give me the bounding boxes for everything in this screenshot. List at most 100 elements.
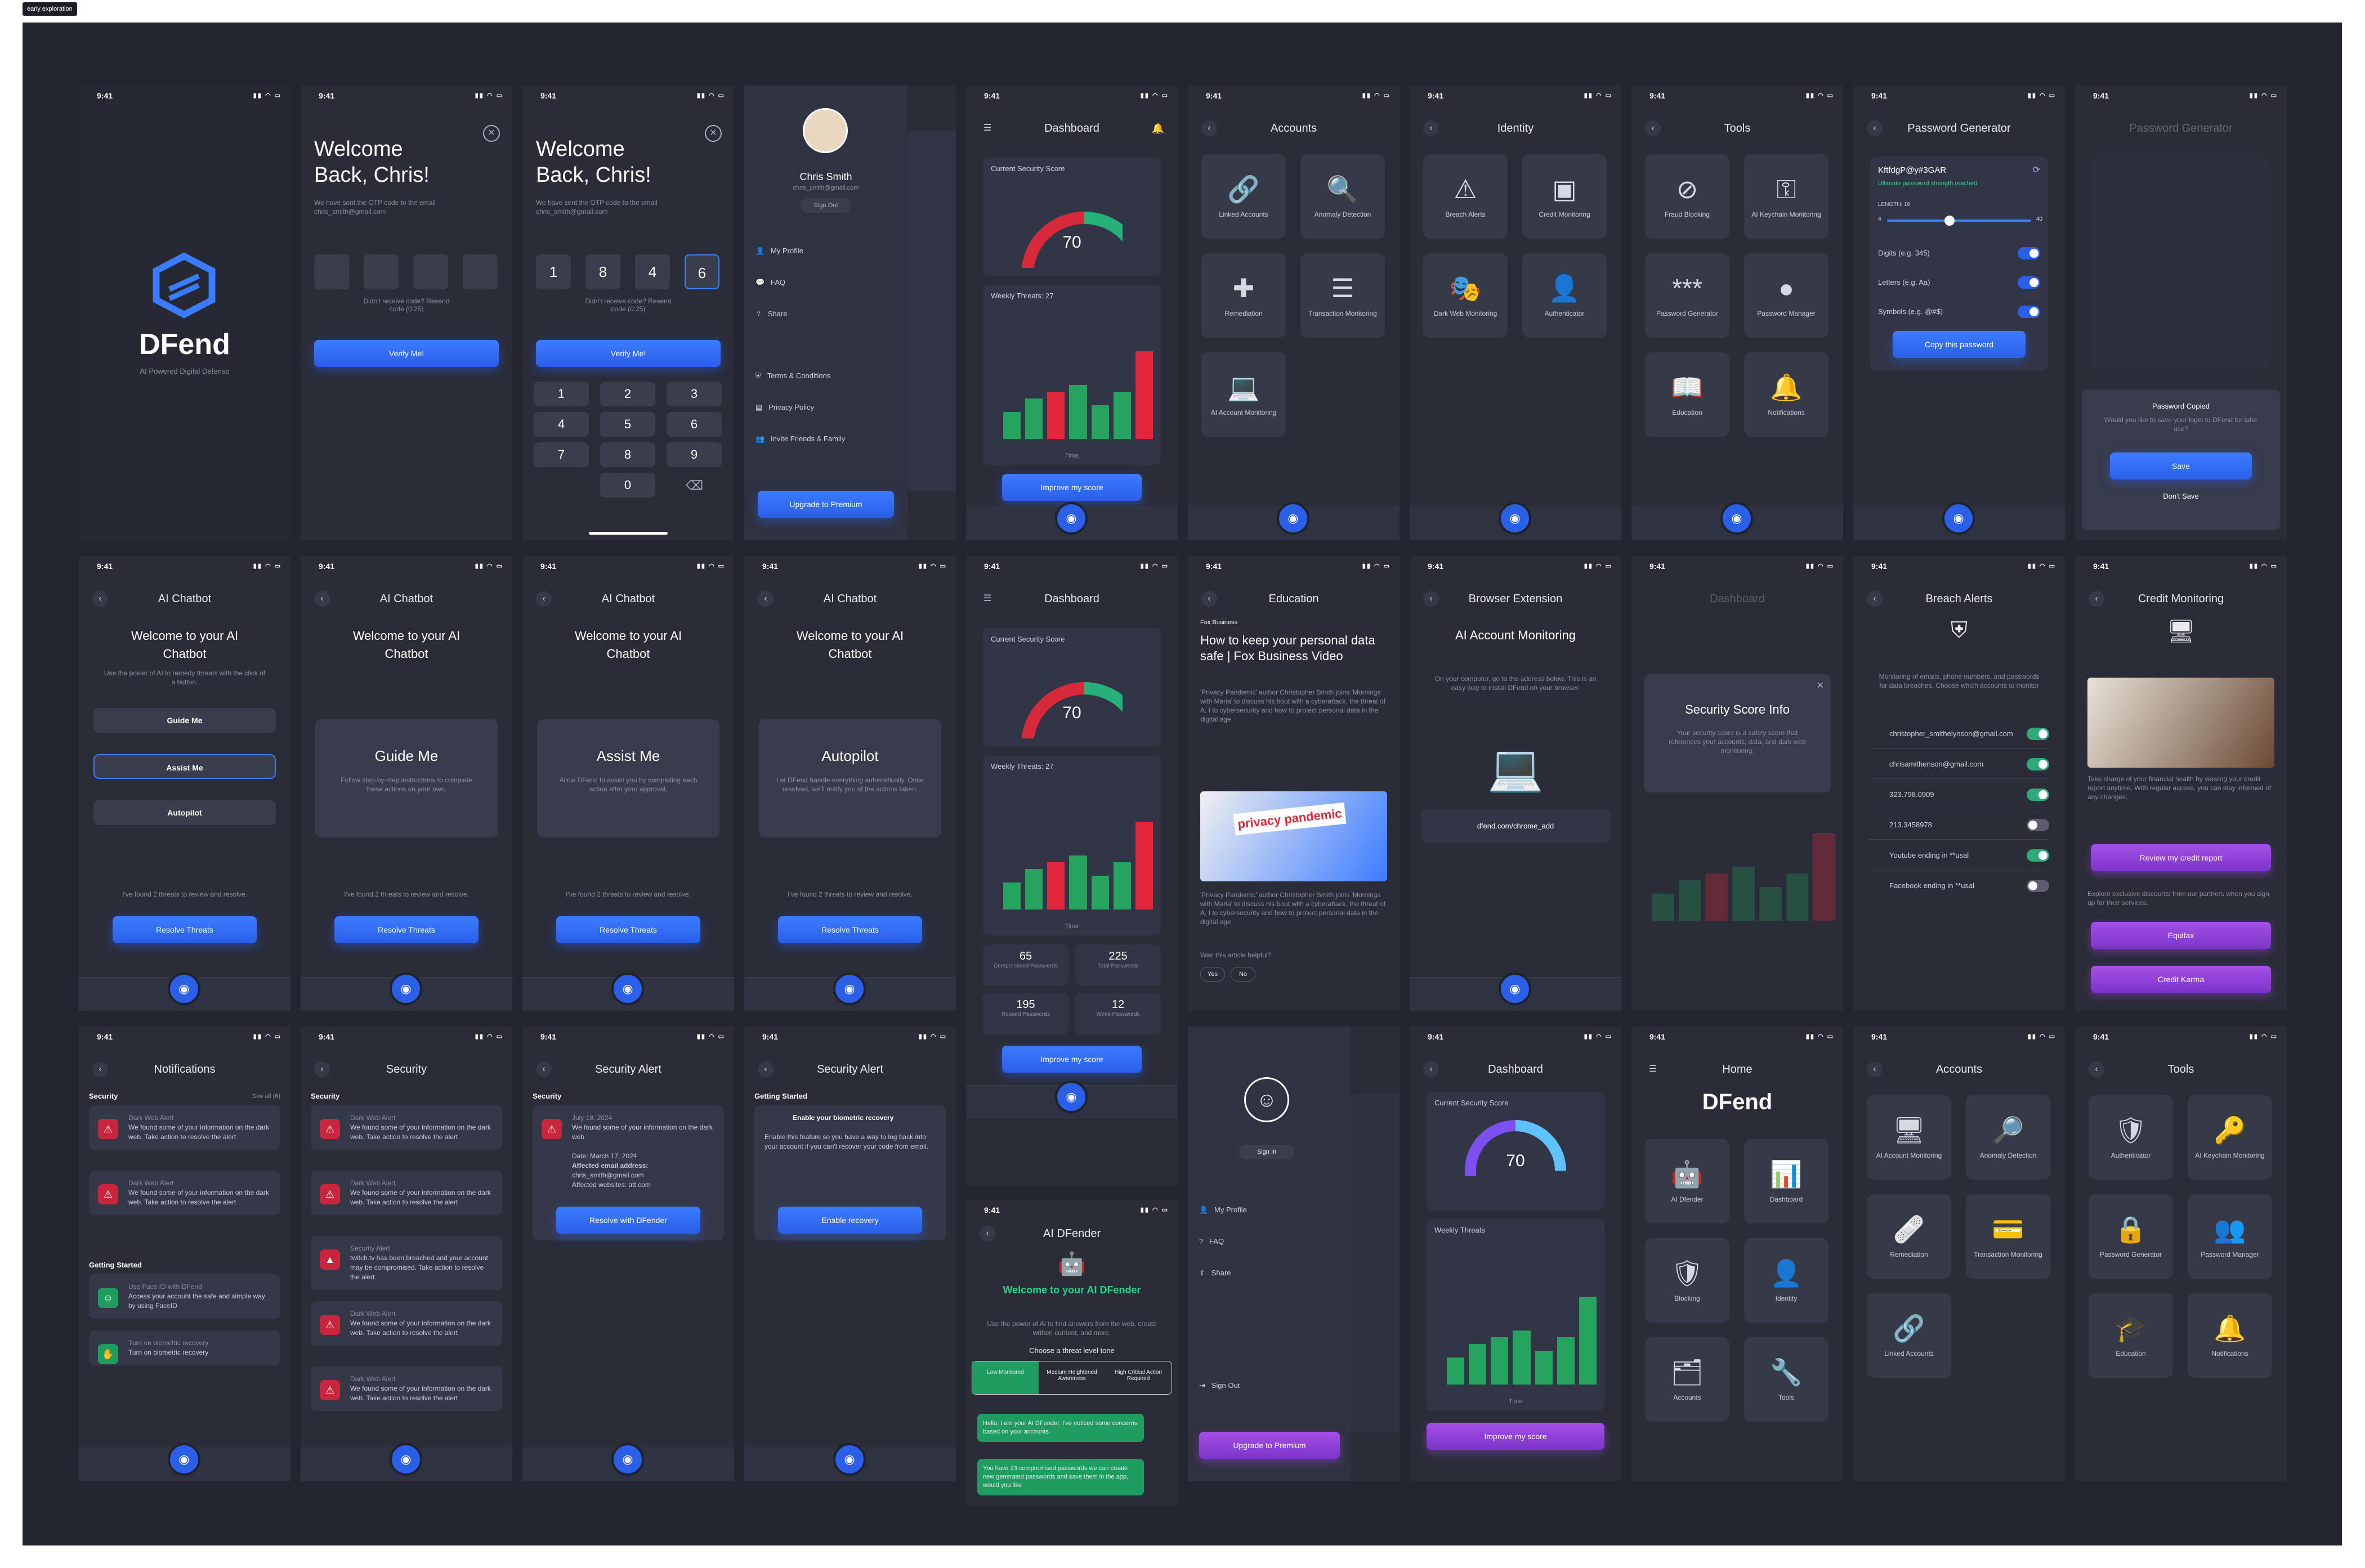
see-all-link[interactable]: See all (6): [252, 1093, 280, 1100]
score-card[interactable]: Current Security Score 70: [983, 158, 1161, 276]
tile-pwmanager[interactable]: 👥 Password Manager: [2188, 1194, 2272, 1279]
dfender-fab[interactable]: ◉: [390, 973, 422, 1005]
notification-card[interactable]: ⚠ Dark Web Alert We found some of your inf…: [89, 1105, 280, 1150]
tile-authenticator[interactable]: 👤 Authenticator: [1522, 253, 1607, 338]
dfender-fab[interactable]: ◉: [168, 973, 200, 1005]
resolve-button[interactable]: Resolve Threats: [334, 916, 479, 943]
threats-card[interactable]: Weekly Threats Time: [1427, 1219, 1604, 1410]
dont-save-button[interactable]: Don't Save: [2082, 492, 2280, 500]
menu-item-share[interactable]: ⇪ Share: [1199, 1258, 1340, 1288]
otp-digit[interactable]: 6: [685, 254, 719, 289]
length-slider[interactable]: [1887, 216, 2031, 226]
monitor-row[interactable]: chrisamithenson@gmail.com: [1869, 750, 2049, 779]
threats-card[interactable]: Weekly Threats: 27 Time: [983, 755, 1161, 935]
notification-card[interactable]: ☺ Use Face ID with DFend Access your accou…: [89, 1274, 280, 1319]
tile-anomaly[interactable]: 🔎 Anomaly Detection: [1966, 1095, 2050, 1180]
tile-remediation[interactable]: 🩹 Remediation: [1867, 1194, 1951, 1279]
avatar[interactable]: [803, 108, 848, 153]
tone-high[interactable]: High Critical Action Required: [1105, 1361, 1172, 1394]
menu-item-share[interactable]: ⇪ Share: [755, 299, 896, 329]
score-card[interactable]: Current Security Score 70: [983, 628, 1161, 746]
tone-selector[interactable]: Low Monitored Medium Heightened Awarenes…: [972, 1361, 1172, 1395]
menu-item-invite[interactable]: 👥 Invite Friends & Family: [755, 424, 896, 454]
resolve-button[interactable]: Resolve Threats: [556, 916, 700, 943]
upgrade-button[interactable]: Upgrade to Premium: [758, 491, 894, 518]
tile-remediation[interactable]: ✚ Remediation: [1201, 253, 1286, 338]
dfender-fab[interactable]: ◉: [611, 973, 644, 1005]
notification-card[interactable]: ⚠ Dark Web Alert We found some of your inf…: [311, 1171, 502, 1215]
toggle[interactable]: [2027, 789, 2049, 801]
otp-box[interactable]: [413, 254, 448, 289]
toggle[interactable]: [2027, 849, 2049, 862]
dfender-fab[interactable]: ◉: [833, 1443, 866, 1476]
notification-card[interactable]: ⚠ Dark Web Alert We found some of your inf…: [311, 1301, 502, 1346]
improve-button[interactable]: Improve my score: [1427, 1423, 1604, 1450]
tile-transaction[interactable]: ☰ Transaction Monitoring: [1300, 253, 1385, 338]
dfender-fab[interactable]: ◉: [1720, 502, 1753, 535]
upgrade-button[interactable]: Upgrade to Premium: [1199, 1432, 1340, 1459]
yes-button[interactable]: Yes: [1200, 967, 1225, 982]
tile-education[interactable]: 📖 Education: [1645, 352, 1729, 437]
tile-breach[interactable]: ⚠ Breach Alerts: [1423, 154, 1508, 239]
copy-password-button[interactable]: Copy this password: [1893, 331, 2026, 358]
partner-karma-button[interactable]: Credit Karma: [2091, 966, 2271, 993]
otp-digit[interactable]: 1: [536, 254, 571, 289]
tile-pwgen[interactable]: *** Password Generator: [1645, 253, 1729, 338]
monitor-row[interactable]: Facebook ending in **usal: [1869, 871, 2049, 901]
menu-item-faq[interactable]: 💬 FAQ: [755, 268, 896, 297]
tile-blocking[interactable]: 🛡 Blocking: [1645, 1238, 1729, 1323]
otp-digit[interactable]: 8: [585, 254, 620, 289]
sign-in-button[interactable]: Sign In: [1239, 1145, 1295, 1159]
tile-notifications[interactable]: 🔔 Notifications: [2188, 1293, 2272, 1378]
tile-notifications[interactable]: 🔔 Notifications: [1744, 352, 1828, 437]
dfender-fab[interactable]: ◉: [390, 1443, 422, 1476]
backspace-icon[interactable]: ⌫: [686, 478, 703, 493]
tile-accounts[interactable]: 🗂 Accounts: [1645, 1337, 1729, 1422]
close-icon[interactable]: ✕: [705, 125, 722, 142]
option-symbols[interactable]: Symbols (e.g. @#$): [1878, 297, 2040, 326]
mode-assist[interactable]: Assist Me: [93, 754, 276, 779]
mode-autopilot[interactable]: Autopilot: [93, 800, 276, 825]
save-button[interactable]: Save: [2110, 453, 2252, 480]
tile-education[interactable]: 🎓 Education: [2089, 1293, 2173, 1378]
verify-button[interactable]: Verify Me!: [536, 340, 721, 367]
tile-authenticator[interactable]: 🛡 Authenticator: [2089, 1095, 2173, 1180]
tile-anomaly[interactable]: 🔍 Anomaly Detection: [1300, 154, 1385, 239]
tile-linked[interactable]: 🔗 Linked Accounts: [1867, 1293, 1951, 1378]
toggle[interactable]: [2027, 819, 2049, 831]
dfender-fab[interactable]: ◉: [1499, 973, 1531, 1005]
resend-code[interactable]: Didn't receive code? Resend code (0:25): [579, 297, 678, 313]
improve-button[interactable]: Improve my score: [1002, 1046, 1142, 1073]
tile-tools[interactable]: 🔧 Tools: [1744, 1337, 1828, 1422]
dfender-fab[interactable]: ◉: [833, 973, 866, 1005]
key[interactable]: 0: [600, 473, 655, 498]
tile-ai-account[interactable]: 🖥 AI Account Monitoring: [1867, 1095, 1951, 1180]
extension-url[interactable]: dfend.com/chrome_add: [1421, 809, 1610, 843]
menu-item-profile[interactable]: 👤 My Profile: [755, 236, 896, 266]
monitor-row[interactable]: 323.798.0909: [1869, 780, 2049, 809]
mode-guide[interactable]: Guide Me: [93, 708, 276, 733]
otp-box[interactable]: [314, 254, 349, 289]
dfender-fab[interactable]: ◉: [168, 1443, 200, 1476]
dfender-fab[interactable]: ◉: [1499, 502, 1531, 535]
resend-code[interactable]: Didn't receive code? Resend code (0:25): [357, 297, 456, 313]
key[interactable]: 1: [534, 382, 589, 406]
toggle[interactable]: [2018, 276, 2040, 289]
otp-box[interactable]: [463, 254, 498, 289]
toggle[interactable]: [2027, 728, 2049, 740]
verify-button[interactable]: Verify Me!: [314, 340, 499, 367]
key[interactable]: 4: [534, 412, 589, 437]
tile-pwgen[interactable]: 🔒 Password Generator: [2089, 1194, 2173, 1279]
tone-low[interactable]: Low Monitored: [972, 1361, 1039, 1394]
improve-button[interactable]: Improve my score: [1002, 474, 1142, 501]
bell-icon[interactable]: 🔔: [1152, 123, 1164, 135]
menu-item-terms[interactable]: ⛨ Terms & Conditions: [755, 361, 896, 391]
tile-pwmanager[interactable]: ● Password Manager: [1744, 253, 1828, 338]
tile-ai-account[interactable]: 💻 AI Account Monitoring: [1201, 352, 1286, 437]
otp-box[interactable]: [364, 254, 399, 289]
tone-medium[interactable]: Medium Heightened Awareness: [1039, 1361, 1105, 1394]
review-credit-button[interactable]: Review my credit report: [2091, 844, 2271, 871]
dfender-fab[interactable]: ◉: [611, 1443, 644, 1476]
monitor-row[interactable]: 213.3458978: [1869, 810, 2049, 840]
tile-dashboard[interactable]: 📊 Dashboard: [1744, 1139, 1828, 1224]
